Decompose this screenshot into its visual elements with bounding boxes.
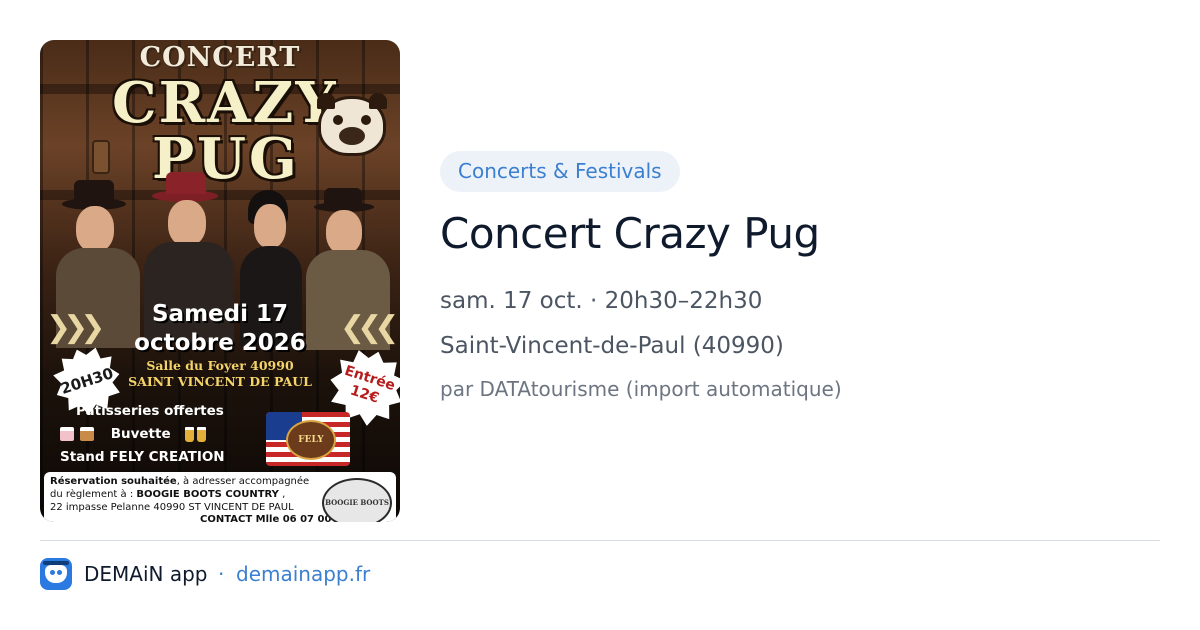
poster-extra-2-row: Buvette [60,423,280,446]
beer-icon [197,426,207,442]
event-datetime: sam. 17 oct. · 20h30–22h30 [440,288,763,314]
app-domain-link[interactable]: demainapp.fr [236,560,370,588]
demain-mascot-icon[interactable] [40,558,72,590]
resa-rest: , à adresser accompagnée [176,476,310,487]
resa-bold: Réservation souhaitée [50,476,177,487]
fely-logo-text: FELY [286,420,336,460]
footer-separator: · [218,562,225,586]
poster-date-line1: Samedi 17 [151,301,288,327]
category-tag[interactable]: Concerts & Festivals [440,151,680,192]
event-title: Concert Crazy Pug [440,209,820,258]
poster-venue-line2: SAINT VINCENT DE PAUL [128,374,312,389]
poster-extras: Pâtisseries offertes Buvette Stand FELY … [60,400,280,469]
pug-mascot-icon [317,93,387,156]
lantern-icon [92,140,110,174]
beer-icon [185,426,195,442]
resa-line2-end: , [278,489,286,500]
boogie-boots-logo: BOOGIE BOOTS [322,478,392,522]
resa-line2-bold: BOOGIE BOOTS COUNTRY [136,489,279,500]
muffin-icon [80,427,94,441]
app-name: DEMAiN app [84,562,208,586]
poster-extra-1: Pâtisseries offertes [76,403,224,419]
poster-heading: CONCERT [139,42,301,73]
event-location: Saint-Vincent-de-Paul (40990) [440,333,784,359]
poster-extra-3: Stand FELY CREATION [60,449,225,465]
event-poster-image[interactable]: CONCERT CRAZY PUG ❯❯❯ ❮❮❮ Samedi 17 octo… [40,40,400,522]
fely-creation-logo: FELY [266,412,350,466]
footer-divider [40,540,1160,541]
cake-icon [60,427,74,441]
resa-line2-start: du règlement à : [50,489,137,500]
poster-venue: Salle du Foyer 40990 SAINT VINCENT DE PA… [100,358,340,390]
poster-venue-line1: Salle du Foyer 40990 [146,358,294,373]
event-source: par DATAtourisme (import automatique) [440,377,842,401]
poster-extra-2: Buvette [110,426,171,442]
